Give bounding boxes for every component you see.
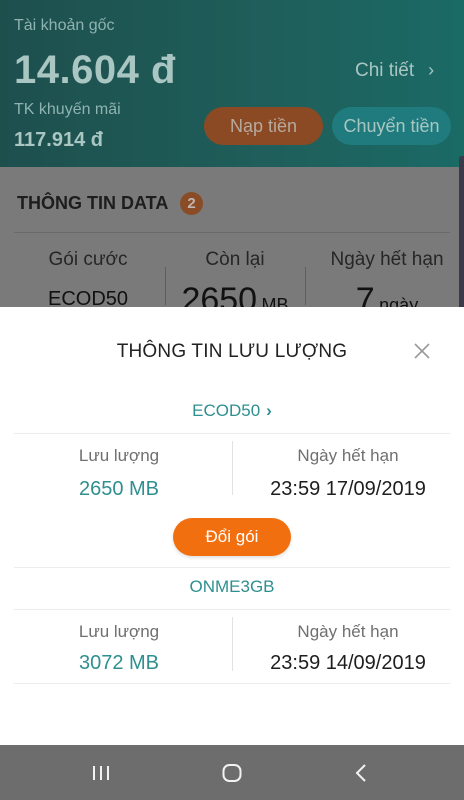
chevron-right-icon: › [428,60,435,80]
divider [14,567,450,568]
column-separator [305,267,306,305]
transfer-button[interactable]: Chuyển tiền [332,107,451,145]
detail-link-label: Chi tiết [355,60,415,81]
traffic-value: 2650 MB [78,478,160,500]
package-link-ecod50[interactable]: ECOD50 › [0,401,464,421]
close-button[interactable] [410,339,434,363]
home-button[interactable] [218,760,246,786]
traffic-value: 3072 MB [78,652,160,674]
expiry-value: 23:59 17/09/2019 [270,478,426,500]
back-icon [355,764,366,782]
promo-balance: 117.914 đ [14,129,103,151]
home-icon [222,764,242,782]
expiry-label: Ngày hết hạn [297,446,399,465]
chevron-right-icon: › [266,401,272,420]
remaining-label: Còn lại [205,249,265,270]
close-icon [414,343,430,359]
divider [14,433,450,434]
data-info-title: THÔNG TIN DATA [17,193,169,213]
main-balance: 14.604 đ [14,48,176,92]
topup-button[interactable]: Nạp tiền [204,107,323,145]
recents-button[interactable] [87,760,115,786]
traffic-info-sheet: THÔNG TIN LƯU LƯỢNG ECOD50 › Lưu lượng 26… [0,307,464,745]
expiry-label: Ngày hết hạn [330,249,444,270]
detail-link[interactable]: Chi tiết › [355,60,434,82]
traffic-label: Lưu lượng [78,446,160,465]
count-badge: 2 [180,192,203,215]
data-info-section: THÔNG TIN DATA 2 Gói cước ECOD50 Còn lại… [0,167,464,319]
package-name: ONME3GB [189,577,275,596]
system-nav-bar [0,745,464,800]
recents-icon [93,766,109,780]
back-button[interactable] [348,760,376,786]
main-account-label: Tài khoản gốc [14,17,115,34]
expiry-label: Ngày hết hạn [297,622,399,641]
package-name: ECOD50 [192,401,261,420]
promo-account-label: TK khuyến mãi [14,101,121,118]
expiry-value: 23:59 14/09/2019 [270,652,426,674]
package-link-onme3gb[interactable]: ONME3GB [0,577,464,597]
sheet-title: THÔNG TIN LƯU LƯỢNG [116,341,348,362]
divider [14,232,450,233]
divider [14,609,450,610]
divider [14,683,450,684]
account-header: Tài khoản gốc 14.604 đ Chi tiết › TK khuy… [0,0,464,167]
traffic-label: Lưu lượng [78,622,160,641]
change-plan-button[interactable]: Đổi gói [173,518,291,556]
